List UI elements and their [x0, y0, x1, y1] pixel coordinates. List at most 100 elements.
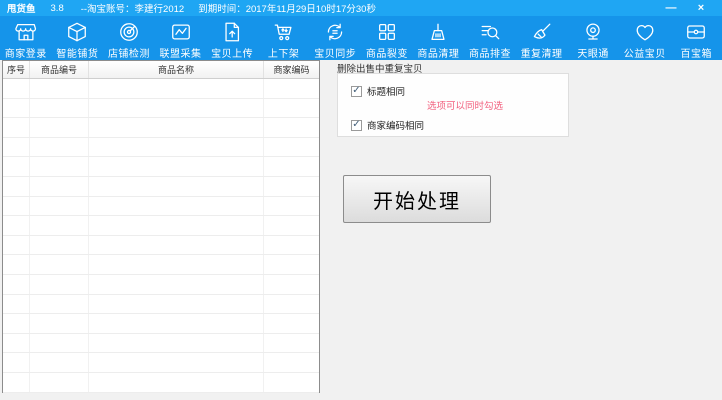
broom-icon: [427, 20, 449, 44]
chart-box-icon: [170, 20, 192, 44]
table-cell: [89, 216, 264, 235]
start-processing-button[interactable]: 开始处理: [343, 175, 491, 223]
table-cell: [264, 373, 319, 392]
table-cell: [264, 295, 319, 314]
toolbar-item-chest[interactable]: 百宝箱: [671, 16, 722, 60]
table-cell: [30, 314, 89, 333]
table-row[interactable]: [3, 235, 319, 256]
table-cell: [30, 353, 89, 372]
table-cell: [264, 157, 319, 176]
toolbar-item-label: 宝贝同步: [314, 49, 357, 60]
table-cell: [89, 255, 264, 274]
main-area: 序号商品编号商品名称商家编码 删除出售中重复宝贝 标题相同 选项可以同时勾选 商…: [0, 60, 722, 400]
app-title: 甩货鱼: [7, 4, 36, 15]
table-cell: [3, 98, 30, 118]
toolbar-item-sync[interactable]: 宝贝同步: [309, 16, 361, 60]
table-cell: [264, 255, 319, 274]
toolbar-item-heart[interactable]: 公益宝贝: [619, 16, 671, 60]
table-row[interactable]: [3, 157, 319, 177]
table-row[interactable]: [3, 196, 319, 217]
table-cell: [89, 333, 264, 353]
search-list-icon: [479, 20, 501, 44]
toolbar-item-chart-box[interactable]: 联盟采集: [155, 16, 207, 60]
toolbar-item-grid[interactable]: 商品裂变: [361, 16, 413, 60]
table-cell: [264, 79, 319, 98]
table-row[interactable]: [3, 294, 319, 315]
column-header-3[interactable]: 商品名称: [89, 61, 264, 78]
table-cell: [89, 235, 264, 255]
minimize-button[interactable]: —: [656, 0, 686, 16]
table-cell: [89, 157, 264, 176]
toolbar-item-label: 重复清理: [520, 49, 563, 60]
toolbar-item-cart[interactable]: 上下架: [258, 16, 310, 60]
toolbar-item-brush[interactable]: 重复清理: [516, 16, 568, 60]
table-cell: [264, 216, 319, 235]
product-table: 序号 商品编号 商品名称 商家编码: [2, 60, 320, 393]
table-row[interactable]: [3, 255, 319, 275]
toolbar-item-webcam[interactable]: 天眼通: [567, 16, 619, 60]
table-cell: [30, 274, 89, 294]
toolbar-item-label: 上下架: [267, 49, 300, 60]
table-cell: [89, 274, 264, 294]
table-row[interactable]: [3, 176, 319, 197]
table-row[interactable]: [3, 314, 319, 334]
toolbar-item-label: 公益宝贝: [623, 49, 666, 60]
table-cell: [30, 79, 89, 98]
checkbox-icon[interactable]: [351, 119, 362, 131]
table-cell: [89, 372, 264, 392]
expiry-info: 到期时间：2017年11月29日10时17分30秒: [198, 4, 376, 15]
table-cell: [264, 138, 319, 157]
toolbar-item-label: 商品清理: [417, 49, 460, 60]
toolbar-item-upload-doc[interactable]: 宝贝上传: [206, 16, 258, 60]
table-cell: [3, 216, 30, 235]
checkbox-same-title-label: 标题相同: [367, 87, 406, 98]
toolbar-item-label: 店铺检测: [107, 49, 150, 60]
checkbox-icon[interactable]: [351, 85, 362, 97]
table-cell: [30, 235, 89, 255]
titlebar: 甩货鱼 3.8 --淘宝账号：李建行2012 到期时间：2017年11月29日1…: [0, 0, 722, 16]
toolbar-item-box[interactable]: 智能铺货: [52, 16, 104, 60]
account-info: --淘宝账号：李建行2012: [80, 4, 185, 15]
table-row[interactable]: [3, 79, 319, 99]
table-cell: [89, 196, 264, 216]
heart-icon: [634, 20, 656, 44]
checkbox-same-title[interactable]: 标题相同: [351, 84, 405, 98]
table-cell: [30, 137, 89, 157]
table-row[interactable]: [3, 216, 319, 236]
table-cell: [3, 196, 30, 216]
toolbar-item-search-list[interactable]: 商品排查: [464, 16, 516, 60]
table-row[interactable]: [3, 372, 319, 393]
toolbar-item-label: 商品排查: [468, 49, 511, 60]
table-row[interactable]: [3, 118, 319, 138]
table-row[interactable]: [3, 98, 319, 119]
table-row[interactable]: [3, 137, 319, 158]
toolbar-item-label: 百宝箱: [680, 49, 713, 60]
table-cell: [89, 98, 264, 118]
table-cell: [3, 118, 30, 137]
hint-text: 选项可以同时勾选: [427, 101, 504, 112]
toolbar-item-label: 商家登录: [4, 49, 47, 60]
toolbar-item-label: 宝贝上传: [211, 49, 254, 60]
app-version: 3.8: [50, 2, 64, 14]
table-cell: [89, 79, 264, 98]
table-cell: [264, 314, 319, 333]
checkbox-same-merchant-code[interactable]: 商家编码相同: [351, 118, 424, 132]
toolbar-item-radar[interactable]: 店铺检测: [103, 16, 155, 60]
column-header-1[interactable]: 序号: [3, 61, 30, 78]
table-row[interactable]: [3, 333, 319, 354]
radar-icon: [118, 20, 140, 44]
table-cell: [3, 137, 30, 157]
toolbar-item-storefront[interactable]: 商家登录: [0, 16, 52, 60]
table-body[interactable]: [3, 79, 319, 393]
table-cell: [3, 255, 30, 274]
close-button[interactable]: ×: [686, 0, 716, 16]
table-cell: [89, 137, 264, 157]
table-cell: [30, 98, 89, 118]
table-cell: [30, 255, 89, 274]
toolbar-item-broom[interactable]: 商品清理: [413, 16, 465, 60]
column-header-2[interactable]: 商品编号: [30, 61, 89, 78]
table-row[interactable]: [3, 353, 319, 373]
table-cell: [89, 294, 264, 314]
table-row[interactable]: [3, 274, 319, 295]
column-header-4[interactable]: 商家编码: [264, 61, 319, 78]
